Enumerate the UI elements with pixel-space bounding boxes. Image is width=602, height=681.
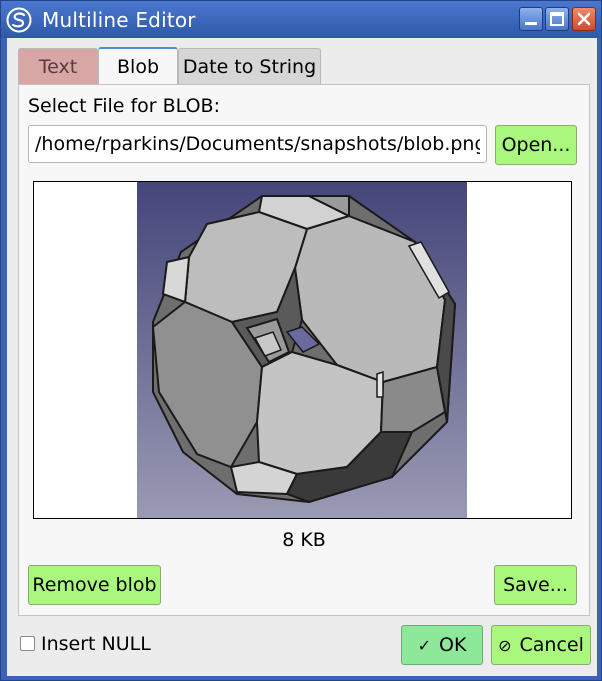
open-button-label: Open... (501, 134, 571, 156)
tab-blob-label: Blob (117, 56, 159, 78)
maximize-icon (550, 12, 564, 26)
tab-text-label: Text (38, 55, 78, 78)
ok-button[interactable]: ✓ OK (401, 625, 483, 665)
tab-text[interactable]: Text (18, 48, 98, 84)
tab-date-to-string[interactable]: Date to String (178, 48, 321, 84)
ok-button-label: OK (438, 634, 467, 656)
insert-null-checkbox[interactable] (20, 636, 35, 651)
save-button-label: Save... (503, 574, 568, 596)
open-button[interactable]: Open... (495, 125, 577, 165)
dialog-body: Text Blob Date to String Select File for… (7, 38, 597, 676)
multiline-editor-window: Multiline Editor Text Blob Date to Strin… (0, 0, 602, 681)
minimize-button[interactable] (519, 7, 543, 31)
blob-preview-image (137, 182, 467, 518)
tab-date-to-string-label: Date to String (182, 55, 317, 78)
title-bar[interactable]: Multiline Editor (1, 1, 601, 38)
save-button[interactable]: Save... (494, 565, 577, 605)
blob-path-input[interactable] (28, 125, 487, 163)
remove-blob-button-label: Remove blob (32, 574, 157, 596)
close-button[interactable] (572, 7, 596, 31)
close-icon (577, 12, 591, 26)
cancel-button-label: Cancel (519, 634, 584, 656)
select-file-label: Select File for BLOB: (28, 95, 220, 117)
blob-tab-panel: Select File for BLOB: Open... (18, 84, 590, 616)
window-title: Multiline Editor (42, 8, 196, 32)
tab-blob[interactable]: Blob (98, 47, 178, 85)
maximize-button[interactable] (545, 7, 569, 31)
check-icon: ✓ (417, 635, 431, 655)
minimize-icon (525, 22, 537, 25)
blob-preview-frame (33, 181, 572, 519)
cancel-button[interactable]: ⊘ Cancel (491, 625, 591, 665)
remove-blob-button[interactable]: Remove blob (28, 565, 161, 605)
blob-size-label: 8 KB (282, 529, 326, 551)
app-logo-icon (6, 7, 32, 33)
insert-null-label: Insert NULL (41, 633, 151, 655)
cancel-icon: ⊘ (498, 635, 512, 655)
